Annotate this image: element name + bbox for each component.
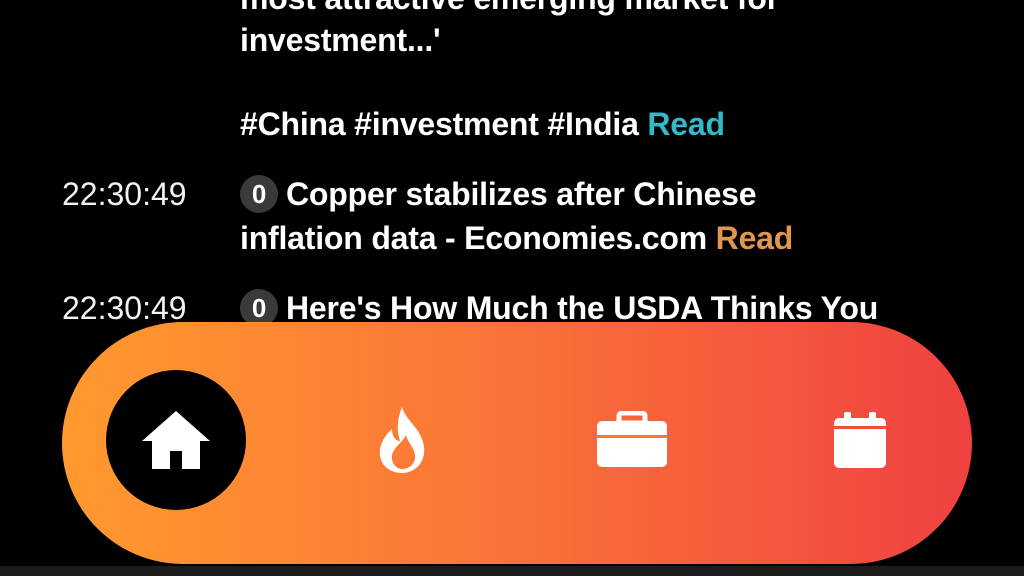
headline-text[interactable]: Copper stabilizes after Chinese [286, 176, 757, 212]
read-link[interactable]: Read [647, 106, 725, 142]
comment-count-badge: 0 [240, 174, 278, 213]
news-timestamp: 22:30:49 [62, 176, 187, 212]
fire-icon [379, 407, 425, 473]
bottom-nav-bar [62, 322, 972, 564]
headline-text[interactable]: Here's How Much the USDA Thinks You [286, 290, 878, 326]
headline-text[interactable]: inflation data - Economies.com [240, 220, 707, 256]
hashtags[interactable]: #China #investment #India [240, 106, 639, 142]
news-item-headline-cont[interactable]: inflation data - Economies.com Read [240, 218, 793, 258]
nav-trending-button[interactable] [332, 370, 472, 510]
comment-count-badge: 0 [240, 288, 278, 327]
nav-calendar-button[interactable] [790, 370, 930, 510]
briefcase-icon [597, 411, 667, 467]
news-item-text[interactable]: investment...' [240, 20, 441, 60]
calendar-icon [834, 412, 886, 468]
nav-portfolio-button[interactable] [562, 370, 702, 510]
system-nav-strip [0, 566, 1024, 576]
home-icon [142, 411, 210, 469]
news-item-headline[interactable]: 0 Copper stabilizes after Chinese [240, 174, 757, 216]
news-item-tags: #China #investment #India Read [240, 104, 725, 144]
nav-home-button[interactable] [106, 370, 246, 510]
read-link[interactable]: Read [716, 220, 794, 256]
news-item-text[interactable]: most attractive emerging market for [240, 0, 779, 18]
